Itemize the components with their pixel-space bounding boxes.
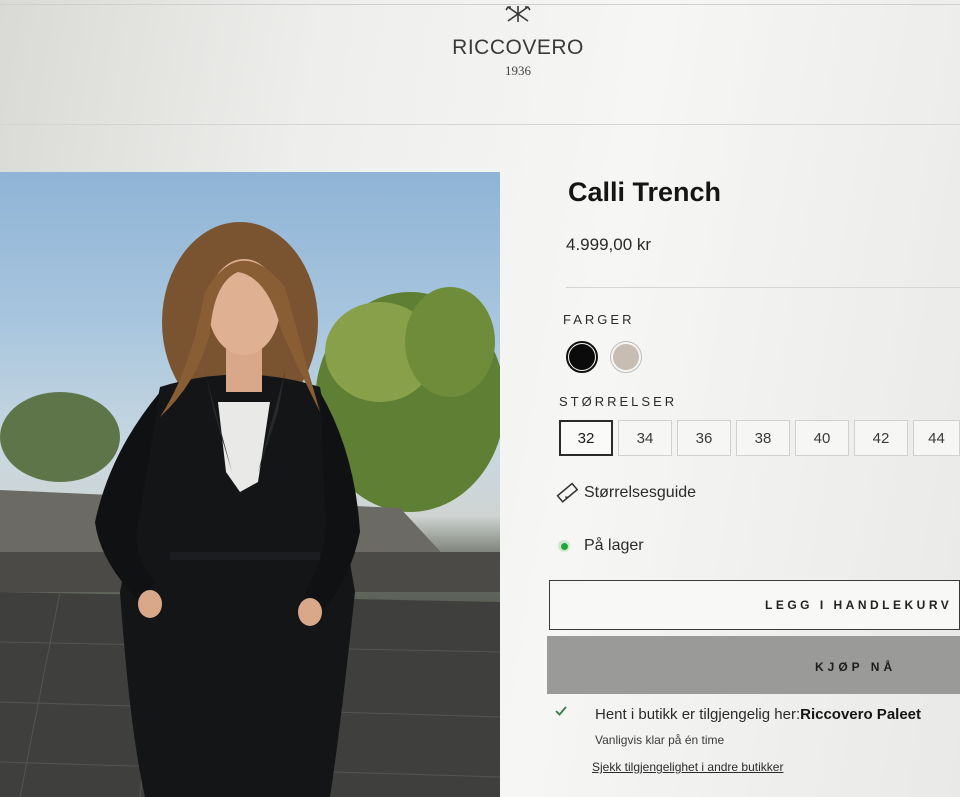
product-price: 4.999,00 kr <box>566 235 652 254</box>
size-option-40[interactable]: 40 <box>795 420 849 456</box>
ruler-icon <box>556 482 578 503</box>
crossed-arrows-icon[interactable] <box>505 4 531 24</box>
info-divider <box>566 287 960 288</box>
size-option-38[interactable]: 38 <box>736 420 790 456</box>
buy-now-label: KJØP NÅ <box>815 660 897 674</box>
check-icon <box>555 706 567 716</box>
add-to-cart-label: LEGG I HANDLEKURV <box>765 598 953 612</box>
size-guide-link[interactable]: Størrelsesguide <box>556 482 696 504</box>
store-pickup-text: Hent i butikk er tilgjengelig her:Riccov… <box>595 706 921 723</box>
size-option-36[interactable]: 36 <box>677 420 731 456</box>
pickup-availability: Hent i butikk er tilgjengelig her: <box>595 706 801 723</box>
size-option-42[interactable]: 42 <box>854 420 908 456</box>
size-option-32[interactable]: 32 <box>559 420 613 456</box>
header-divider <box>0 124 960 125</box>
in-stock-indicator-icon <box>558 540 570 552</box>
color-swatch-beige[interactable] <box>610 341 642 373</box>
product-page: RICCOVERO 1936 Calli Trench 4.999,00 kr … <box>0 0 960 797</box>
product-title: Calli Trench <box>568 177 722 207</box>
size-option-44[interactable]: 44 <box>913 420 960 456</box>
color-dot <box>613 344 639 370</box>
color-swatch-black[interactable] <box>566 341 598 373</box>
stock-label: På lager <box>584 537 644 554</box>
sizes-label: STØRRELSER <box>559 394 678 409</box>
top-divider <box>0 4 960 5</box>
pickup-store-name: Riccovero Paleet <box>800 706 922 723</box>
add-to-cart-button[interactable]: LEGG I HANDLEKURV <box>549 580 960 630</box>
check-other-stores-link[interactable]: Sjekk tilgjengelighet i andre butikker <box>592 760 783 774</box>
size-guide-label: Størrelsesguide <box>584 484 697 501</box>
buy-now-button[interactable]: KJØP NÅ <box>547 636 960 694</box>
product-image[interactable] <box>0 172 500 797</box>
pickup-ready-time: Vanligvis klar på én time <box>595 733 725 747</box>
brand-logo[interactable]: RICCOVERO <box>418 36 618 60</box>
stock-status: På lager <box>558 537 644 555</box>
brand-year: 1936 <box>505 63 531 78</box>
colors-label: FARGER <box>563 312 635 327</box>
color-dot <box>569 344 595 370</box>
size-option-34[interactable]: 34 <box>618 420 672 456</box>
